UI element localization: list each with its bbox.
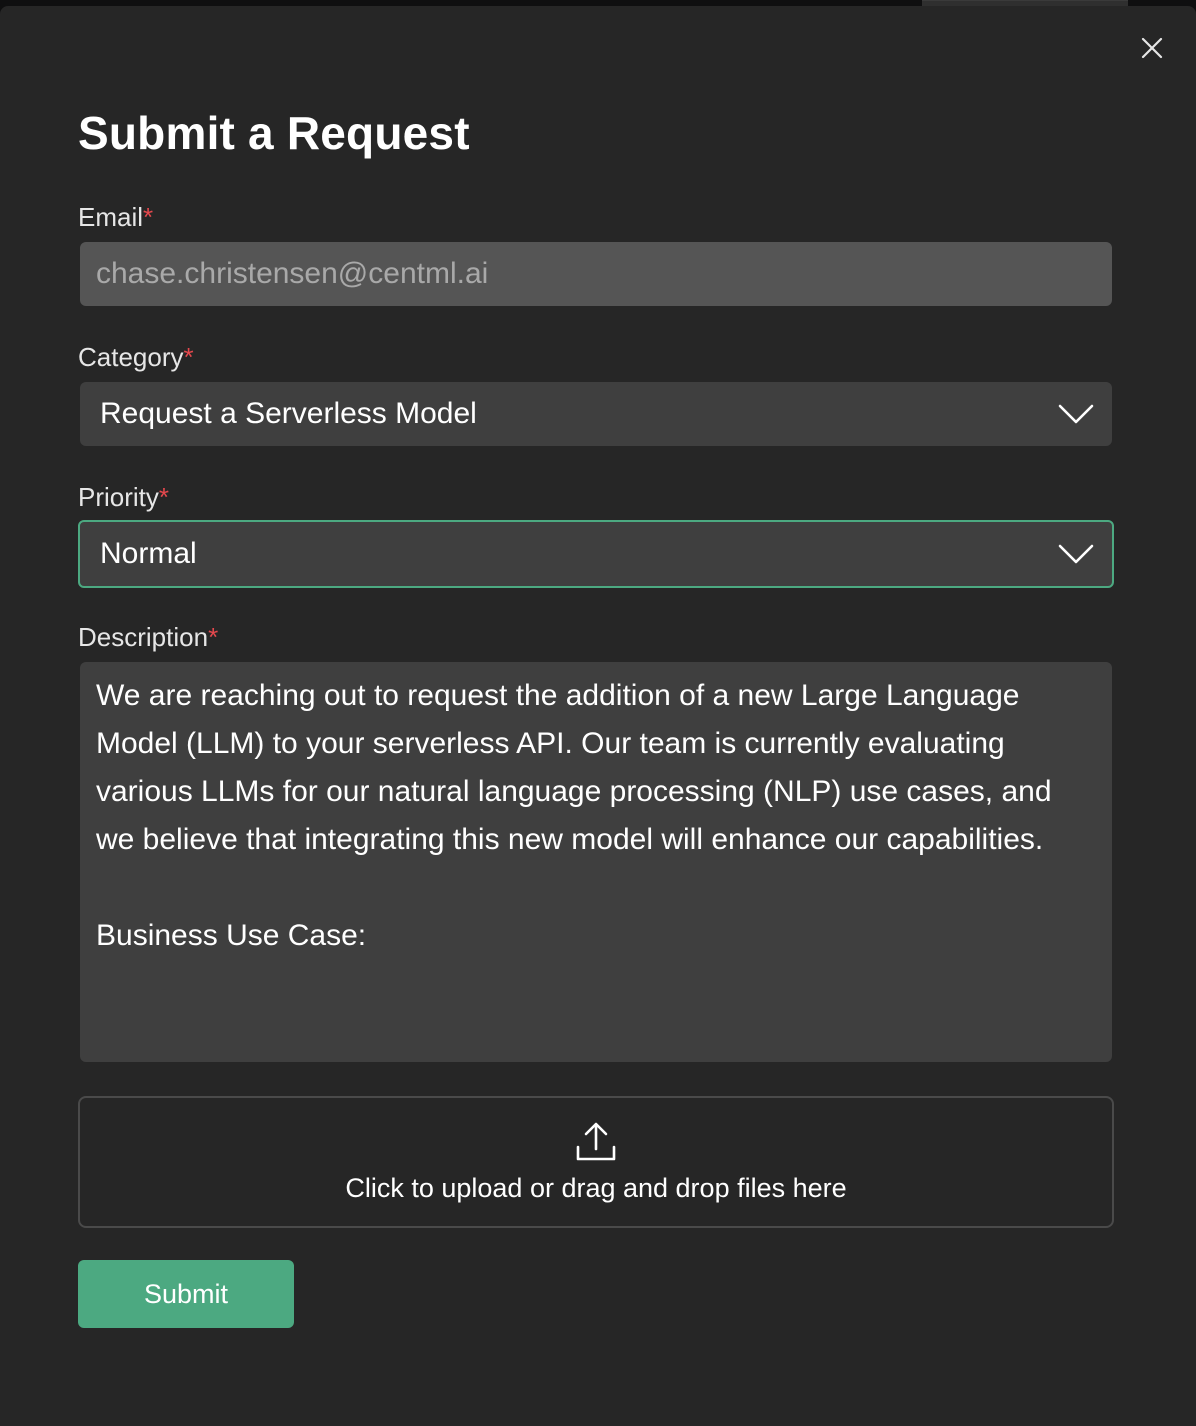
- priority-label: Priority*: [78, 482, 169, 513]
- required-marker: *: [143, 202, 154, 232]
- chevron-down-icon: [1058, 404, 1094, 424]
- priority-select[interactable]: Normal: [78, 520, 1114, 588]
- email-label-text: Email: [78, 202, 144, 232]
- category-select[interactable]: Request a Serverless Model: [80, 382, 1112, 446]
- upload-instructions: Click to upload or drag and drop files h…: [345, 1172, 847, 1203]
- file-upload-dropzone[interactable]: Click to upload or drag and drop files h…: [78, 1096, 1114, 1228]
- category-label-text: Category: [78, 342, 184, 372]
- email-field[interactable]: chase.christensen@centml.ai: [80, 242, 1112, 306]
- required-marker: *: [183, 342, 194, 372]
- close-icon: [1141, 37, 1163, 59]
- category-selected-value: Request a Serverless Model: [100, 397, 477, 430]
- priority-label-text: Priority: [78, 482, 159, 512]
- description-textarea[interactable]: We are reaching out to request the addit…: [80, 662, 1112, 1062]
- upload-icon: [576, 1122, 616, 1160]
- email-value: chase.christensen@centml.ai: [96, 257, 489, 290]
- modal-title: Submit a Request: [78, 107, 470, 159]
- description-label-text: Description: [78, 622, 209, 652]
- description-label: Description*: [78, 622, 218, 653]
- required-marker: *: [158, 482, 170, 512]
- email-label: Email*: [78, 202, 153, 233]
- submit-request-modal: Submit a Request Email* chase.christense…: [0, 6, 1196, 1426]
- category-label: Category*: [78, 342, 194, 373]
- required-marker: *: [208, 622, 219, 652]
- submit-button[interactable]: Submit: [78, 1260, 294, 1328]
- chevron-down-icon: [1058, 544, 1094, 564]
- priority-selected-value: Normal: [100, 537, 197, 570]
- close-button[interactable]: [1138, 34, 1166, 62]
